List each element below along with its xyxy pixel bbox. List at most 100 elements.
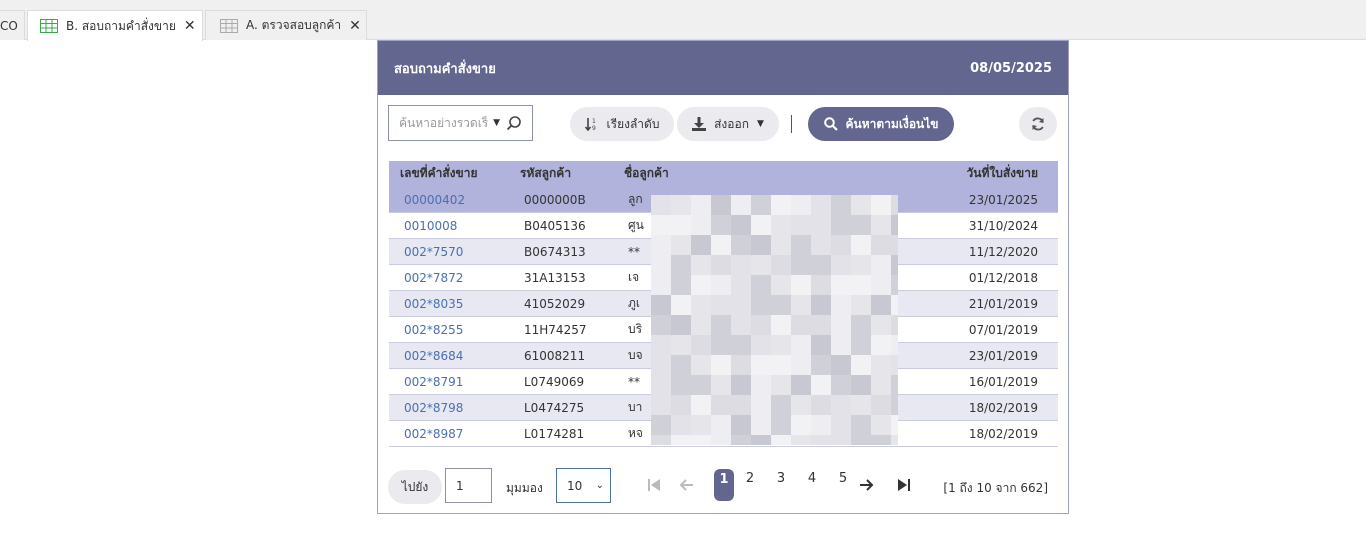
customer-code: B0674313 — [524, 244, 586, 259]
caret-down-icon: ▼ — [756, 119, 764, 129]
search-icon[interactable] — [506, 115, 522, 131]
order-number-link[interactable]: 002*7872 — [389, 271, 520, 285]
order-date: 01/12/2018 — [968, 270, 1038, 285]
customer-name: ศูน — [628, 218, 644, 232]
pagination: ไปยัง มุมมอง 10 ⌄ 12345 [1 ถึง 10 จาก 66… — [388, 468, 1058, 504]
order-number-link[interactable]: 002*8255 — [389, 323, 520, 337]
close-icon[interactable]: ✕ — [349, 18, 361, 34]
tab-co[interactable]: CO — [0, 10, 25, 40]
customer-name: บริ — [628, 322, 643, 336]
order-number-link[interactable]: 002*8035 — [389, 297, 520, 311]
customer-name: ภูเ — [628, 296, 641, 310]
sort-icon: 1 9 — [584, 118, 596, 131]
table-header: เลขที่คำสั่งขาย รหัสลูกค้า ชื่อลูกค้า วั… — [389, 161, 1058, 187]
order-number-link[interactable]: 002*8987 — [389, 427, 520, 441]
page-number-button[interactable]: 2 — [740, 471, 760, 486]
goto-page-button[interactable]: ไปยัง — [388, 470, 442, 504]
next-page-icon[interactable] — [857, 468, 877, 502]
table-row[interactable]: 002*8798 L0474275 บา 18/02/2019 — [389, 395, 1058, 421]
table-row[interactable]: 002*8035 41052029 ภูเ 21/01/2019 — [389, 291, 1058, 317]
sort-label: เรียงลำดับ — [606, 116, 660, 131]
refresh-icon — [1032, 117, 1044, 131]
last-page-icon[interactable] — [894, 468, 914, 502]
order-number-link[interactable]: 002*7570 — [389, 245, 520, 259]
order-number-link[interactable]: 0010008 — [389, 219, 520, 233]
view-label: มุมมอง — [506, 481, 543, 495]
order-number-link[interactable]: 002*8684 — [389, 349, 520, 363]
tab-sales-order-inquiry[interactable]: B. สอบถามคำสั่งขาย ✕ — [27, 10, 203, 41]
order-date: 16/01/2019 — [968, 374, 1038, 389]
svg-text:1: 1 — [592, 118, 596, 125]
customer-code: 31A13153 — [524, 270, 586, 285]
order-date: 23/01/2025 — [968, 192, 1038, 207]
page-number-button[interactable]: 5 — [833, 471, 853, 486]
customer-code: B0405136 — [524, 218, 586, 233]
goto-label: ไปยัง — [401, 479, 429, 494]
chevron-down-icon: ⌄ — [595, 480, 604, 491]
first-page-icon[interactable] — [644, 468, 664, 502]
record-summary: [1 ถึง 10 จาก 662] — [943, 481, 1048, 495]
customer-code: L0174281 — [524, 426, 585, 441]
customer-name: หจ — [628, 426, 643, 440]
order-date: 07/01/2019 — [968, 322, 1038, 337]
customer-code: L0749069 — [524, 374, 585, 389]
quick-search-input[interactable]: ค้นหาอย่างรวดเร็ว ▼ — [388, 105, 533, 141]
tab-customer-check[interactable]: A. ตรวจสอบลูกค้า ✕ — [205, 10, 367, 40]
column-header-order-date[interactable]: วันที่ใบสั่งขาย — [924, 164, 1058, 183]
order-date: 18/02/2019 — [968, 400, 1038, 415]
customer-name: ** — [628, 374, 640, 389]
tab-label: CO — [0, 18, 18, 33]
export-label: ส่งออก — [714, 116, 749, 131]
download-icon — [692, 117, 707, 131]
tab-label: A. ตรวจสอบลูกค้า — [246, 18, 342, 32]
refresh-button[interactable] — [1019, 107, 1057, 141]
customer-code: L0474275 — [524, 400, 585, 415]
table-row[interactable]: 002*7570 B0674313 ** 11/12/2020 — [389, 239, 1058, 265]
order-date: 21/01/2019 — [968, 296, 1038, 311]
customer-code: 61008211 — [524, 348, 586, 363]
sales-order-table: เลขที่คำสั่งขาย รหัสลูกค้า ชื่อลูกค้า วั… — [389, 161, 1058, 447]
order-number-link[interactable]: 002*8791 — [389, 375, 520, 389]
toolbar-divider — [791, 115, 792, 133]
order-number-link[interactable]: 00000402 — [389, 193, 520, 207]
page-number-button[interactable]: 4 — [802, 471, 822, 486]
column-header-order-no[interactable]: เลขที่คำสั่งขาย — [389, 164, 520, 183]
order-number-link[interactable]: 002*8798 — [389, 401, 520, 415]
toolbar: ค้นหาอย่างรวดเร็ว ▼ 1 9 เรียงลำดับ ส่งออ… — [388, 105, 1058, 141]
customer-name: ** — [628, 244, 640, 259]
column-header-customer-name[interactable]: ชื่อลูกค้า — [624, 164, 924, 183]
close-icon[interactable]: ✕ — [184, 18, 196, 34]
previous-page-icon[interactable] — [676, 468, 696, 502]
column-header-customer-code[interactable]: รหัสลูกค้า — [520, 164, 624, 183]
search-icon — [823, 117, 838, 131]
page-size-select[interactable]: 10 ⌄ — [556, 468, 611, 503]
table-row[interactable]: 002*8684 61008211 บจ 23/01/2019 — [389, 343, 1058, 369]
current-date: 08/05/2025 — [970, 60, 1052, 76]
table-row[interactable]: 0010008 B0405136 ศูน 31/10/2024 — [389, 213, 1058, 239]
advanced-search-button[interactable]: ค้นหาตามเงื่อนไข — [808, 107, 954, 141]
sales-order-panel: สอบถามคำสั่งขาย 08/05/2025 ค้นหาอย่างรวด… — [377, 40, 1069, 514]
table-row[interactable]: 002*8791 L0749069 ** 16/01/2019 — [389, 369, 1058, 395]
page-title: สอบถามคำสั่งขาย — [394, 61, 496, 77]
customer-code: 41052029 — [524, 296, 586, 311]
caret-down-icon[interactable]: ▼ — [493, 118, 500, 128]
page-number-button[interactable]: 3 — [771, 471, 791, 486]
sort-button[interactable]: 1 9 เรียงลำดับ — [570, 107, 674, 141]
table-row[interactable]: 002*7872 31A13153 เจ 01/12/2018 — [389, 265, 1058, 291]
export-button[interactable]: ส่งออก ▼ — [677, 107, 779, 141]
page-number-input[interactable] — [445, 468, 492, 503]
order-date: 23/01/2019 — [968, 348, 1038, 363]
table-row[interactable]: 002*8255 11H74257 บริ 07/01/2019 — [389, 317, 1058, 343]
page-number-button[interactable]: 1 — [714, 469, 734, 501]
tab-label: B. สอบถามคำสั่งขาย — [66, 18, 176, 33]
tab-bar: CO B. สอบถามคำสั่งขาย ✕ A. ตรวจสอบลูกค้า… — [0, 0, 1366, 41]
table-row[interactable]: 002*8987 L0174281 หจ 18/02/2019 — [389, 421, 1058, 447]
table-row[interactable]: 00000402 0000000B ลูก 23/01/2025 — [389, 187, 1058, 213]
page-size-value: 10 — [567, 478, 583, 493]
customer-code: 11H74257 — [524, 322, 587, 337]
panel-header: สอบถามคำสั่งขาย 08/05/2025 — [378, 41, 1068, 95]
grid-icon — [220, 18, 238, 33]
table-body: 00000402 0000000B ลูก 23/01/2025 0010008 B040… — [389, 187, 1058, 447]
order-date: 31/10/2024 — [968, 218, 1038, 233]
customer-name: ลูก — [628, 192, 643, 206]
